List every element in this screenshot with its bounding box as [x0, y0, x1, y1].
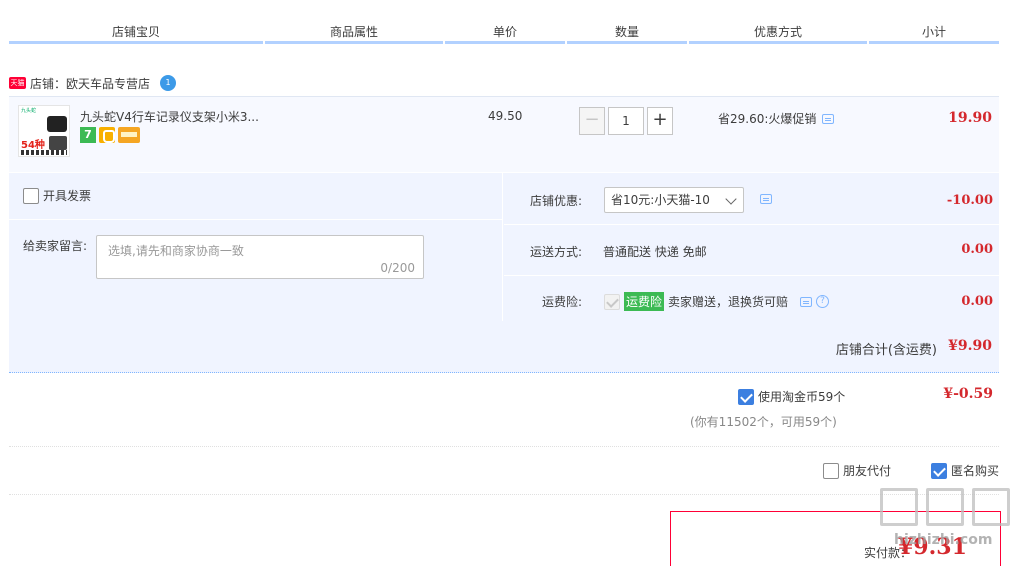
shop-coupon-select[interactable]: 省10元:小天猫-10 [604, 187, 744, 213]
watermark-glyph [972, 488, 1010, 526]
insurance-label: 运费险: [541, 295, 582, 309]
quantity-input[interactable]: 1 [608, 107, 644, 135]
header-underline [567, 41, 687, 44]
watermark-text: hizhizhi.com [894, 532, 993, 548]
promotion-text: 省29.60:火爆促销 [718, 112, 817, 126]
thumb-big-text: 54种 [21, 140, 45, 151]
coin-label: 使用淘金币59个 [758, 390, 846, 404]
comment-icon[interactable] [800, 296, 813, 307]
coin-checkbox[interactable] [738, 388, 754, 405]
seven-day-return-icon[interactable]: 7 [80, 127, 96, 143]
shop-name-link[interactable]: 店铺：欧天车品专营店 [30, 75, 150, 92]
device-image [47, 116, 67, 132]
guarantee-icon[interactable] [99, 127, 115, 143]
service-icons: 7 [80, 127, 140, 143]
header-col-attributes: 商品属性 [329, 25, 378, 39]
divider [504, 224, 999, 225]
header-underline [689, 41, 867, 44]
insurance-checkbox [604, 293, 620, 310]
seller-message-label: 给卖家留言: [23, 239, 88, 253]
shop-coupon-value: 省10元:小天猫-10 [611, 193, 710, 207]
quantity-minus-button[interactable]: − [579, 107, 605, 135]
shop-discount-amount: -10.00 [946, 193, 993, 208]
divider [9, 219, 502, 220]
product-thumbnail[interactable]: 九头蛇 54种 [18, 105, 70, 157]
insurance-tag: 运费险 [624, 292, 665, 311]
promotion: 省29.60:火爆促销 [718, 110, 835, 127]
thumb-caption: 九头蛇 [21, 108, 37, 114]
shop-discount-label: 店铺优惠: [529, 194, 582, 208]
quantity-plus-button[interactable]: + [647, 107, 673, 135]
friend-pay-label: 朋友代付 [843, 464, 892, 478]
options-right: 店铺优惠: 省10元:小天猫-10 -10.00 运送方式: 普通配送 快递 免… [504, 173, 999, 321]
insurance-amount: 0.00 [961, 294, 993, 309]
invoice-label: 开具发票 [43, 189, 92, 203]
invoice-option[interactable]: 开具发票 [23, 187, 91, 204]
device-image [49, 136, 67, 150]
friend-pay-option[interactable]: 朋友代付 [823, 462, 891, 479]
coin-option[interactable]: 使用淘金币59个 [738, 388, 845, 405]
message-char-count: 0/200 [380, 261, 415, 275]
item-subtotal: 19.90 [948, 110, 992, 126]
cart-header: 店铺宝贝 商品属性 单价 数量 优惠方式 小计 [9, 22, 999, 46]
comment-icon[interactable] [760, 194, 772, 204]
chat-bubble-icon[interactable]: 1 [160, 75, 177, 91]
insurance-text: 卖家赠送，退换货可赔 [668, 295, 789, 309]
anonymous-label: 匿名购买 [951, 464, 1000, 478]
cart-item-row: 九头蛇 54种 九头蛇V4行车记录仪支架小米3... 7 49.50 − 1 +… [9, 96, 999, 172]
header-underline [445, 41, 565, 44]
header-underline [265, 41, 443, 44]
shop-total-label: 店铺合计(含运费) [835, 343, 937, 358]
header-col-shop-item: 店铺宝贝 [111, 25, 160, 39]
divider [9, 494, 999, 495]
order-options: 开具发票 给卖家留言: 选填,请先和商家协商一致 0/200 店铺优惠: 省10… [9, 173, 999, 321]
watermark-glyph [880, 488, 918, 526]
watermark-logo: hizhizhi.com [880, 488, 1020, 558]
friend-pay-checkbox[interactable] [823, 462, 839, 479]
quantity-stepper: − 1 + [579, 107, 673, 135]
shop-line: 天猫 店铺：欧天车品专营店 1 [9, 74, 177, 92]
options-left: 开具发票 给卖家留言: 选填,请先和商家协商一致 0/200 [9, 173, 502, 321]
header-col-discount: 优惠方式 [753, 25, 802, 39]
divider [9, 446, 999, 447]
header-col-subtotal: 小计 [921, 25, 946, 39]
anonymous-checkbox[interactable] [931, 462, 947, 479]
coin-amount: ¥-0.59 [943, 386, 993, 402]
anonymous-option[interactable]: 匿名购买 [931, 462, 999, 479]
header-col-unit-price: 单价 [492, 25, 517, 39]
comment-icon[interactable] [822, 113, 835, 124]
tmall-icon: 天猫 [9, 77, 26, 89]
product-title-link[interactable]: 九头蛇V4行车记录仪支架小米3... [80, 108, 259, 125]
coin-note: (你有11502个，可用59个) [690, 415, 837, 429]
header-col-quantity: 数量 [614, 25, 639, 39]
divider [504, 275, 999, 276]
chevron-down-icon [725, 193, 737, 205]
watermark-glyph [926, 488, 964, 526]
header-underline [9, 41, 263, 44]
message-placeholder: 选填,请先和商家协商一致 [108, 244, 244, 258]
shipping-label: 运送方式: [529, 245, 582, 259]
thumb-graphic [21, 150, 67, 155]
help-icon[interactable]: ? [816, 295, 830, 308]
header-underline [869, 41, 999, 44]
invoice-checkbox[interactable] [23, 187, 39, 204]
shipping-insurance: 运费险 卖家赠送，退换货可赔 ? [604, 292, 830, 311]
credit-card-icon[interactable] [118, 127, 140, 143]
seller-message-input[interactable]: 选填,请先和商家协商一致 0/200 [96, 235, 424, 279]
divider [502, 173, 503, 321]
shipping-amount: 0.00 [961, 242, 993, 257]
shipping-method: 普通配送 快递 免邮 [603, 245, 707, 259]
unit-price: 49.50 [488, 109, 523, 123]
shop-total-amount: ¥9.90 [948, 338, 992, 354]
shop-total-row: 店铺合计(含运费) ¥9.90 [9, 321, 999, 373]
